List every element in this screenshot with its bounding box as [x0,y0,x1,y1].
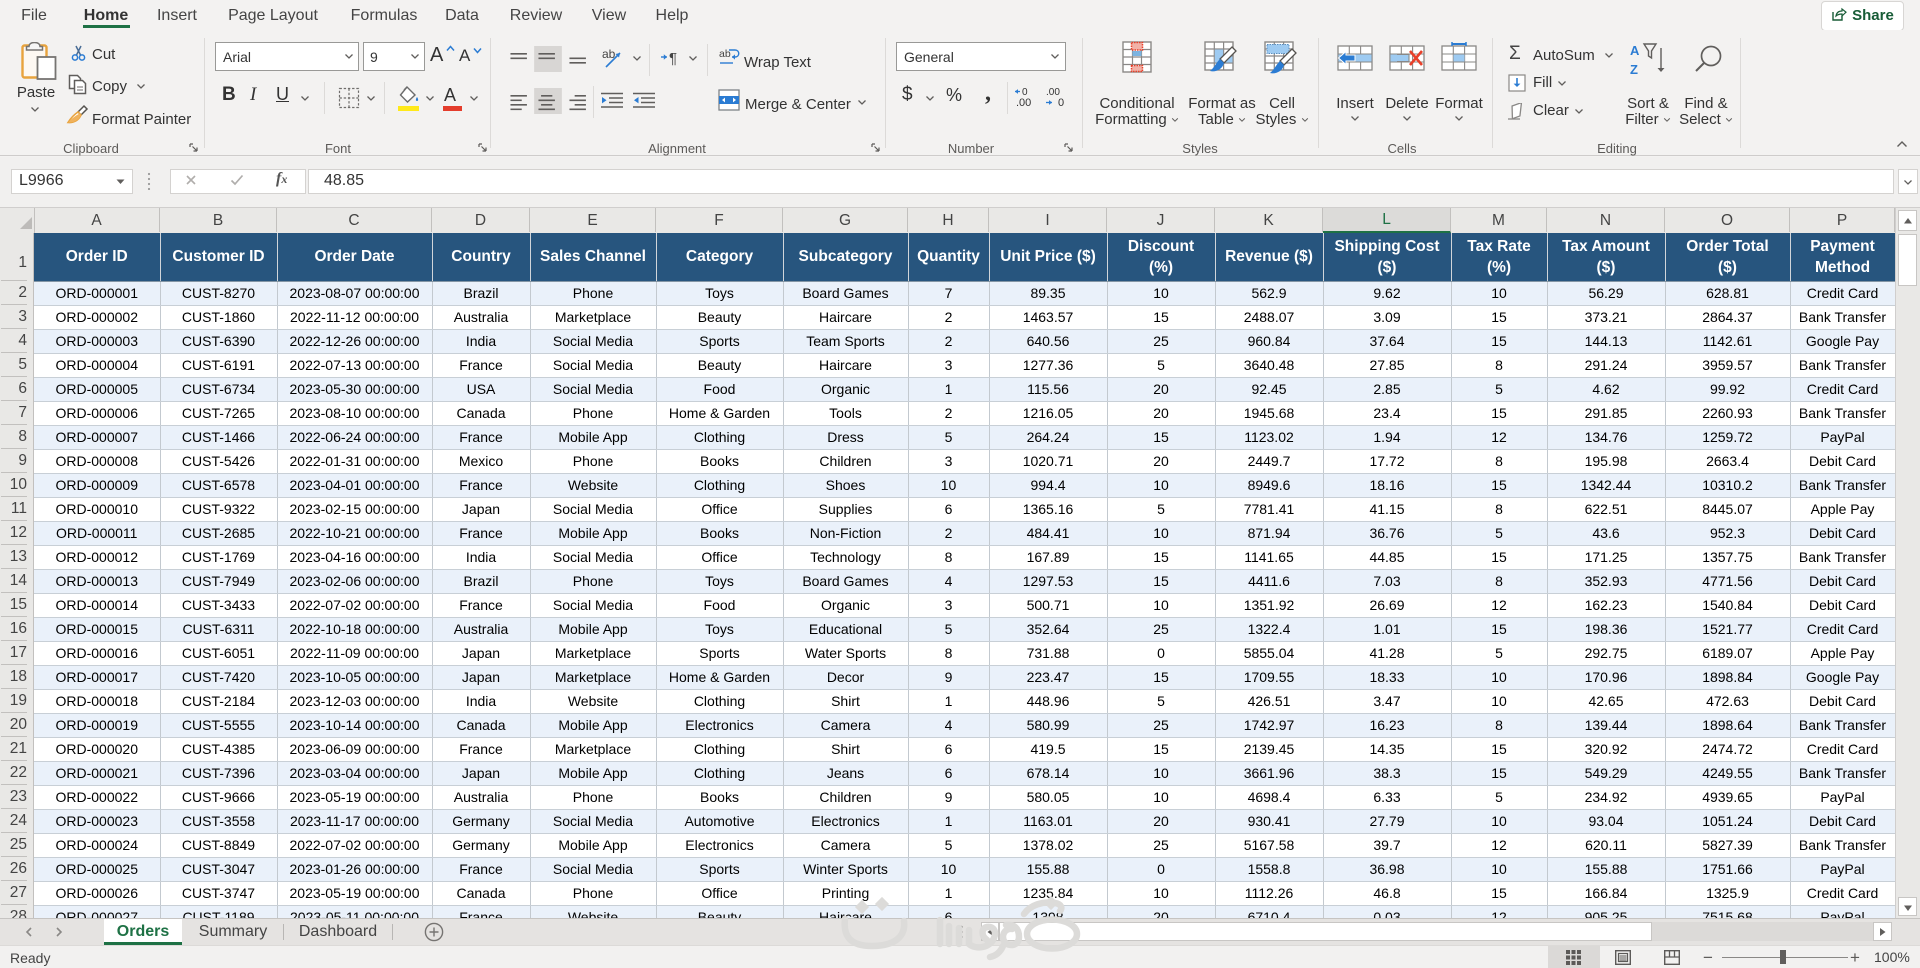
svg-text:Z: Z [1630,62,1638,77]
svg-text:0: 0 [1022,87,1028,98]
svg-text:¶: ¶ [669,50,677,67]
svg-text:0: 0 [1058,97,1064,108]
svg-text:.00: .00 [1016,97,1031,108]
svg-text:A: A [1630,43,1640,58]
